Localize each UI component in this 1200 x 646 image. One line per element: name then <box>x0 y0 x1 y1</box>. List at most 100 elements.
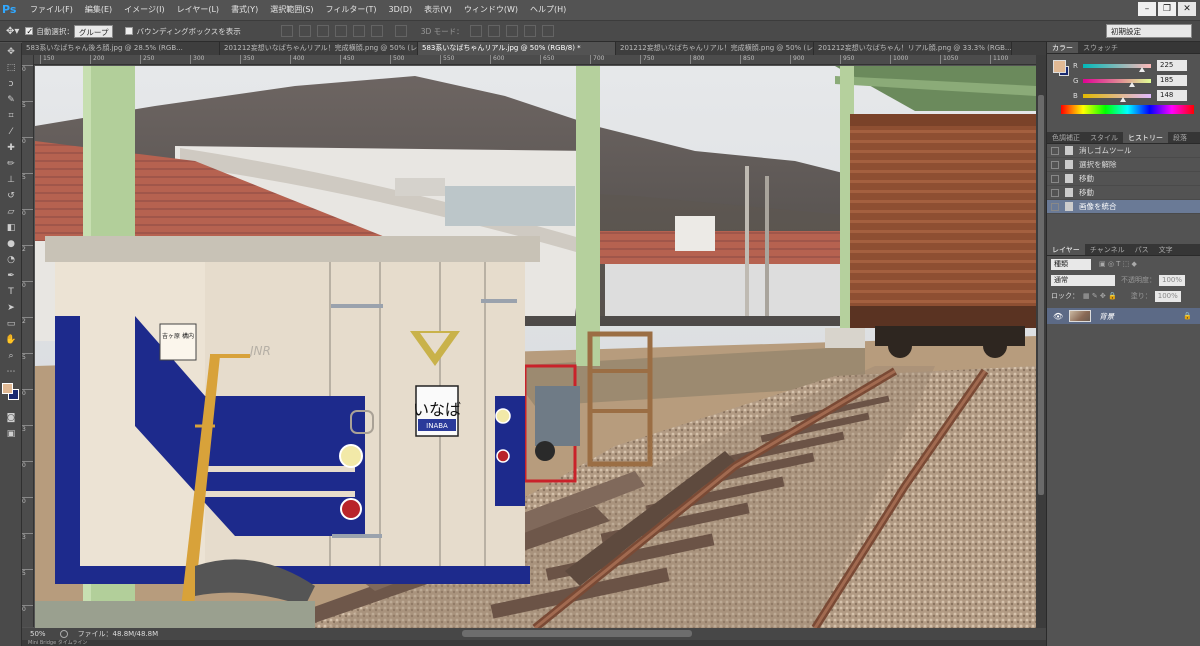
eyedropper-tool-icon[interactable]: ⁄ <box>3 125 19 139</box>
history-brush-source-box[interactable] <box>1051 202 1059 211</box>
slider-knob-icon[interactable] <box>1139 66 1146 72</box>
panel-tab[interactable]: チャンネル <box>1085 244 1130 255</box>
color-swatches[interactable] <box>0 383 21 409</box>
document-canvas[interactable]: いなば INABA JNR 吉ヶ原 構内 <box>35 66 1036 628</box>
close-button[interactable]: ✕ <box>1178 2 1196 16</box>
bounding-box-checkbox[interactable] <box>125 27 134 35</box>
history-brush-source-box[interactable] <box>1051 188 1059 197</box>
zoom-tool-icon[interactable]: ⌕ <box>3 349 19 363</box>
fill-field[interactable]: 100% <box>1154 290 1181 302</box>
foreground-color-chip[interactable] <box>1053 60 1066 73</box>
document-tab[interactable]: 201212妄想いなばちゃんリアル！完成横顔.png @ 50% (レイ... <box>220 42 418 55</box>
menu-item[interactable]: 3D(D) <box>383 0 419 20</box>
slide-3d-icon[interactable] <box>523 25 536 37</box>
document-tab[interactable]: 201212妄想いなばちゃんリアル！完成横顔.png @ 50% (レイヤ... <box>616 42 814 55</box>
auto-select-option[interactable]: 自動選択： グループ <box>25 24 114 38</box>
history-brush-source-box[interactable] <box>1051 160 1059 169</box>
history-item[interactable]: 消しゴムツール <box>1047 144 1200 158</box>
auto-select-checkbox[interactable] <box>25 27 34 35</box>
channel-slider[interactable] <box>1083 78 1151 87</box>
panel-tab[interactable]: 段落 <box>1168 132 1192 143</box>
more-tools-icon[interactable]: ⋯ <box>3 365 19 379</box>
status-menu-icon[interactable] <box>59 630 68 638</box>
bottom-panel-tabs[interactable]: Mini Bridge タイムライン <box>22 640 1046 646</box>
menu-item[interactable]: フィルター(T) <box>320 0 383 20</box>
auto-select-dropdown[interactable]: グループ <box>73 24 114 38</box>
menu-item[interactable]: ヘルプ(H) <box>524 0 572 20</box>
channel-slider[interactable] <box>1083 93 1151 102</box>
blur-tool-icon[interactable]: ● <box>3 237 19 251</box>
workspace-dropdown[interactable]: 初期設定 <box>1106 24 1192 38</box>
panel-tab[interactable]: レイヤー <box>1047 244 1085 255</box>
move-tool-icon[interactable]: ✥ <box>3 45 19 59</box>
panel-tab[interactable]: 色調補正 <box>1047 132 1085 143</box>
menu-item[interactable]: ウィンドウ(W) <box>458 0 524 20</box>
menu-item[interactable]: ファイル(F) <box>24 0 79 20</box>
scale-3d-icon[interactable] <box>541 25 554 37</box>
align-bottom-icon[interactable] <box>316 25 329 37</box>
channel-value-field[interactable]: 185 <box>1157 75 1187 86</box>
menu-item[interactable]: 編集(E) <box>79 0 118 20</box>
history-item[interactable]: 画像を統合 <box>1047 200 1200 214</box>
layer-kind-dropdown[interactable]: 種類 <box>1051 258 1091 270</box>
shape-tool-icon[interactable]: ▭ <box>3 317 19 331</box>
bounding-box-option[interactable]: バウンディングボックスを表示 <box>125 26 241 37</box>
drag-3d-icon[interactable] <box>505 25 518 37</box>
channel-value-field[interactable]: 225 <box>1157 60 1187 71</box>
menu-item[interactable]: レイヤー(L) <box>171 0 225 20</box>
dodge-tool-icon[interactable]: ◔ <box>3 253 19 267</box>
panel-tab[interactable]: カラー <box>1047 42 1078 53</box>
move-tool-icon[interactable]: ✥▾ <box>6 26 19 37</box>
horizontal-scrollbar[interactable] <box>462 630 692 637</box>
lasso-tool-icon[interactable]: ↄ <box>3 77 19 91</box>
channel-value-field[interactable]: 148 <box>1157 90 1187 101</box>
document-tab[interactable]: 583系いなばちゃんリアル.jpg @ 50% (RGB/8) * <box>418 42 616 55</box>
screen-mode-icon[interactable]: ▣ <box>3 427 19 441</box>
menu-item[interactable]: イメージ(I) <box>118 0 170 20</box>
zoom-level[interactable]: 50% <box>30 630 46 638</box>
channel-slider[interactable] <box>1083 63 1151 72</box>
history-brush-source-box[interactable] <box>1051 146 1059 155</box>
path-select-icon[interactable]: ➤ <box>3 301 19 315</box>
document-tab[interactable]: 201212妄想いなばちゃん！リアル顔.png @ 33.3% (RGB... <box>814 42 1012 55</box>
opacity-field[interactable]: 100% <box>1159 274 1186 286</box>
panel-tab[interactable]: 文字 <box>1154 244 1178 255</box>
history-brush-icon[interactable]: ↺ <box>3 189 19 203</box>
gradient-tool-icon[interactable]: ◧ <box>3 221 19 235</box>
blend-mode-dropdown[interactable]: 通常 <box>1051 274 1115 286</box>
align-top-icon[interactable] <box>280 25 293 37</box>
panel-tab[interactable]: スタイル <box>1085 132 1123 143</box>
foreground-color-swatch[interactable] <box>2 383 13 394</box>
panel-tab[interactable]: パス <box>1130 244 1154 255</box>
history-item[interactable]: 選択を解除 <box>1047 158 1200 172</box>
align-center-icon[interactable] <box>352 25 365 37</box>
align-right-icon[interactable] <box>370 25 383 37</box>
minimize-button[interactable]: – <box>1138 2 1156 16</box>
marquee-tool-icon[interactable]: ⬚ <box>3 61 19 75</box>
menu-item[interactable]: 選択範囲(S) <box>264 0 319 20</box>
layer-row-background[interactable]: 👁 背景 🔒 <box>1047 308 1200 324</box>
distribute-icon[interactable] <box>394 25 407 37</box>
roll-3d-icon[interactable] <box>487 25 500 37</box>
lock-icons[interactable]: ▦ ✎ ✥ 🔒 <box>1083 292 1117 300</box>
crop-tool-icon[interactable]: ⌗ <box>3 109 19 123</box>
history-brush-source-box[interactable] <box>1051 174 1059 183</box>
filter-icons[interactable]: ▣ ◎ T ⬚ ◆ <box>1099 260 1137 268</box>
eraser-tool-icon[interactable]: ▱ <box>3 205 19 219</box>
healing-brush-icon[interactable]: ✚ <box>3 141 19 155</box>
type-tool-icon[interactable]: T <box>3 285 19 299</box>
panel-tab[interactable]: スウォッチ <box>1078 42 1123 53</box>
color-spectrum[interactable] <box>1061 105 1194 114</box>
maximize-button[interactable]: ❐ <box>1158 2 1176 16</box>
vertical-scrollbar[interactable] <box>1036 55 1046 628</box>
clone-stamp-icon[interactable]: ⊥ <box>3 173 19 187</box>
slider-knob-icon[interactable] <box>1129 81 1136 87</box>
quick-mask-icon[interactable]: ◙ <box>3 411 19 425</box>
history-item[interactable]: 移動 <box>1047 186 1200 200</box>
brush-tool-icon[interactable]: ✏ <box>3 157 19 171</box>
document-tab[interactable]: 583系いなばちゃん後ろ顔.jpg @ 28.5% (RGB... <box>22 42 220 55</box>
align-left-icon[interactable] <box>334 25 347 37</box>
hand-tool-icon[interactable]: ✋ <box>3 333 19 347</box>
rotate-3d-icon[interactable] <box>469 25 482 37</box>
vertical-scroll-thumb[interactable] <box>1038 95 1044 495</box>
